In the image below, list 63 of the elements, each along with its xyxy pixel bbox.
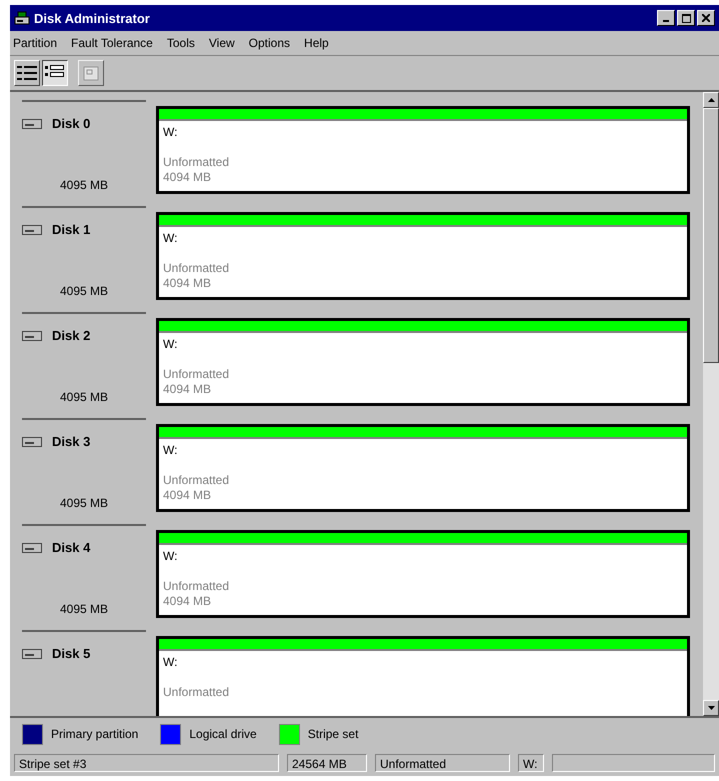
drive-letter: W: <box>162 124 178 139</box>
minimize-button[interactable] <box>657 10 675 26</box>
scroll-thumb[interactable] <box>703 108 719 363</box>
disk-name: Disk 2 <box>52 328 90 343</box>
status-field: 24564 MB <box>287 754 367 772</box>
partition-size: 4094 MB <box>162 488 212 503</box>
partition-block[interactable]: W: Unformatted 4094 MB <box>156 424 690 512</box>
vertical-scrollbar[interactable] <box>703 92 719 716</box>
disk-drive-icon <box>14 10 30 26</box>
drive-letter: W: <box>162 548 178 563</box>
partition-status: Unformatted <box>162 472 230 488</box>
menu-item[interactable]: Tools <box>166 36 195 50</box>
maximize-button[interactable] <box>677 10 695 26</box>
partition-status: Unformatted <box>162 154 230 170</box>
toolbar-button[interactable] <box>42 60 68 86</box>
disk-size: 4095 MB <box>60 496 109 510</box>
partition-block[interactable]: W: Unformatted 4094 MB <box>156 530 690 618</box>
partition-block[interactable]: W: Unformatted 4094 MB <box>156 318 690 406</box>
drive-letter: W: <box>162 654 178 669</box>
close-icon <box>702 14 710 22</box>
disk-size: 4095 MB <box>60 602 109 616</box>
menu-item[interactable]: Fault Tolerance <box>71 36 153 50</box>
partition-status: Unformatted <box>162 578 230 594</box>
legend-label: Primary partition <box>51 727 138 741</box>
menu-item[interactable]: Options <box>248 36 290 50</box>
menu-item[interactable]: View <box>208 36 235 50</box>
menu-item[interactable]: Partition <box>13 36 58 50</box>
disk-name: Disk 4 <box>52 540 90 555</box>
scroll-down-button[interactable] <box>703 700 719 716</box>
up-arrow-icon <box>708 98 714 102</box>
partition-size: 4094 MB <box>162 382 212 397</box>
partition-size: 4094 MB <box>162 276 212 291</box>
down-arrow-icon <box>708 706 714 710</box>
partition-size: 4094 MB <box>162 170 212 185</box>
partition-block[interactable]: W: Unformatted 4094 MB <box>156 212 690 300</box>
partition-block[interactable]: W: Unformatted 4094 MB <box>156 106 690 194</box>
partition-status: Unformatted <box>162 366 230 382</box>
partition-status: Unformatted <box>162 684 230 700</box>
disk-size: 4095 MB <box>60 390 109 404</box>
partition-status: Unformatted <box>162 260 230 276</box>
partition-block[interactable]: W: Unformatted <box>156 636 690 716</box>
legend-label: Stripe set <box>308 727 358 741</box>
status-field: W: <box>518 754 544 772</box>
list-view-icon <box>17 64 37 82</box>
disk-size: 4095 MB <box>60 284 109 298</box>
menu-item[interactable]: Help <box>304 36 329 50</box>
properties-icon <box>82 64 100 82</box>
status-field: Unformatted <box>375 754 510 772</box>
close-button[interactable] <box>697 10 715 26</box>
drive-letter: W: <box>162 336 178 351</box>
partition-size: 4094 MB <box>162 594 212 609</box>
drive-letter: W: <box>162 230 178 245</box>
maximize-icon <box>682 14 690 22</box>
status-field: Stripe set #3 <box>14 754 279 772</box>
legend-label: Logical drive <box>189 727 257 741</box>
disk-size: 4095 MB <box>60 178 109 192</box>
window-title: Disk Administrator <box>34 10 151 26</box>
disk-name: Disk 0 <box>52 116 90 131</box>
disk-name: Disk 1 <box>52 222 90 237</box>
drive-letter: W: <box>162 442 178 457</box>
disk-name: Disk 5 <box>52 646 90 661</box>
disk-name: Disk 3 <box>52 434 90 449</box>
scroll-up-button[interactable] <box>703 92 719 108</box>
